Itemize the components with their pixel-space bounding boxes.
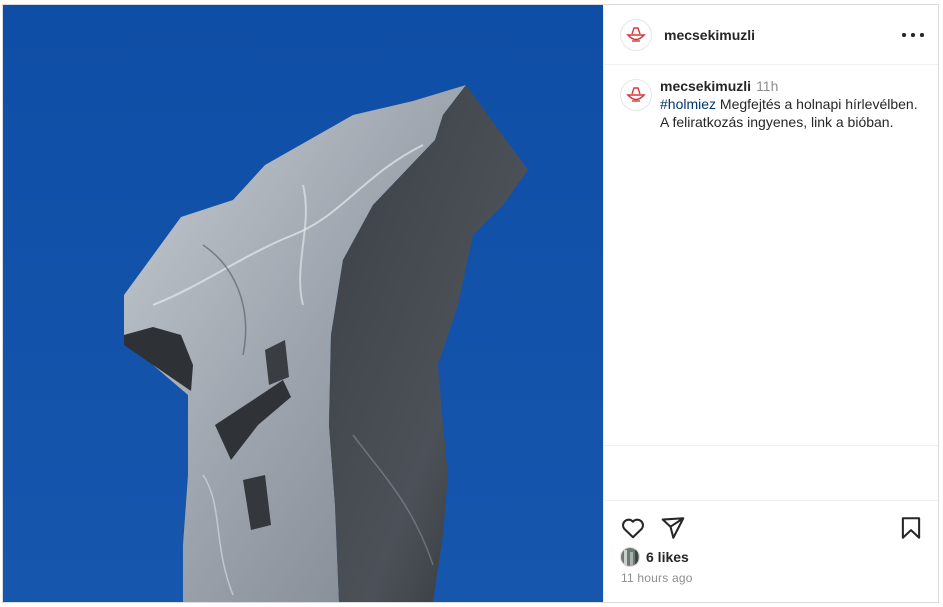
hashtag-link[interactable]: #holmiez — [660, 96, 716, 112]
comments-divider-area — [604, 445, 938, 501]
post-timestamp[interactable]: 11 hours ago — [621, 571, 693, 585]
header-username[interactable]: mecsekimuzli — [664, 27, 755, 43]
action-bar — [604, 511, 938, 551]
heart-icon[interactable] — [620, 515, 646, 541]
caption-username[interactable]: mecsekimuzli — [660, 78, 751, 94]
likes-row: 6 likes — [620, 547, 689, 567]
post-image[interactable] — [3, 5, 603, 602]
caption-text: mecsekimuzli 11h #holmiez Megfejtés a holn… — [660, 77, 920, 131]
caption-time[interactable]: 11h — [756, 78, 778, 94]
bowl-logo-icon — [626, 87, 646, 102]
more-options-button[interactable] — [902, 25, 924, 45]
marble-sculpture-photo — [3, 5, 603, 602]
post-caption: mecsekimuzli 11h #holmiez Megfejtés a holn… — [620, 77, 920, 131]
likes-count[interactable]: 6 likes — [646, 549, 689, 565]
caption-avatar[interactable] — [620, 79, 652, 111]
more-options-icon — [902, 33, 906, 37]
bowl-logo-icon — [626, 27, 646, 42]
liker-avatar[interactable] — [620, 547, 640, 567]
post-dialog: mecsekimuzli mecsekimuzli 11h #holmiez Meg… — [2, 4, 939, 603]
paper-plane-icon[interactable] — [660, 515, 686, 541]
profile-avatar[interactable] — [620, 19, 652, 51]
bookmark-icon[interactable] — [898, 515, 924, 541]
post-header: mecsekimuzli — [604, 5, 938, 65]
liker-photo-icon — [621, 548, 639, 566]
post-side-panel: mecsekimuzli mecsekimuzli 11h #holmiez Meg… — [603, 5, 938, 602]
